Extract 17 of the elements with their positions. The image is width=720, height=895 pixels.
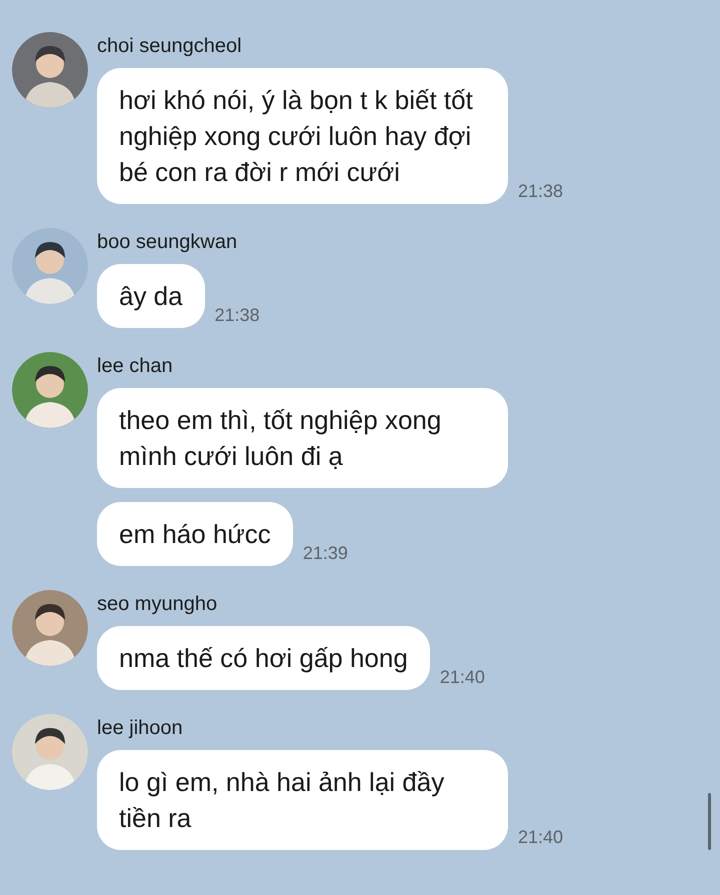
sender-name: choi seungcheol — [97, 34, 242, 59]
message-bubble: ây da — [97, 264, 205, 328]
sender-name: seo myungho — [97, 592, 218, 617]
message-time: 21:38 — [214, 305, 260, 326]
sender-name: boo seungkwan — [97, 230, 238, 255]
message-time: 21:39 — [302, 543, 348, 564]
message-bubble: lo gì em, nhà hai ảnh lại đầy tiền ra — [97, 750, 508, 850]
message-bubble: hơi khó nói, ý là bọn t k biết tốt nghiệp xong cưới luôn hay đợi bé con ra đời r mới cưới — [97, 68, 508, 204]
sender-name: lee jihoon — [97, 716, 183, 741]
message-time: 21:40 — [518, 827, 564, 848]
message-time: 21:38 — [518, 181, 564, 202]
scrollbar — [708, 793, 711, 850]
message-time: 21:40 — [440, 667, 485, 688]
message-bubble: nma thế có hơi gấp hong — [97, 626, 430, 690]
message-bubble: em háo hứcc — [97, 502, 293, 566]
message-bubble: theo em thì, tốt nghiệp xong mình cưới luôn đi ạ — [97, 388, 508, 488]
sender-name: lee chan — [97, 354, 173, 379]
